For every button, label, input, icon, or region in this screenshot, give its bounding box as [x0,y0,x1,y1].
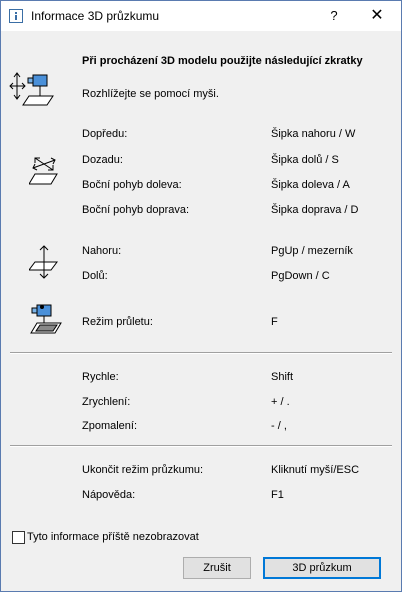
shortcut-key: Šipka dolů / S [271,154,339,166]
help-button[interactable]: ? [321,5,347,27]
camera-look-icon [9,72,54,106]
shortcut-key: Šipka doleva / A [271,179,350,191]
shortcut-label: Zpomalení: [82,420,138,432]
intro-heading: Při procházení 3D modelu použijte násled… [82,55,363,67]
flight-mode-icon [30,304,62,334]
shortcut-label: Boční pohyb doprava: [82,204,190,216]
info-icon [9,9,23,23]
shortcut-key: - / , [271,420,287,432]
dialog-window: Informace 3D průzkumu ? ✕ Při procházení… [0,0,402,592]
intro-look-text: Rozhlížejte se pomocí myši. [82,88,219,100]
shortcut-label: Ukončit režim průzkumu: [82,464,204,476]
shortcut-key: Kliknutí myší/ESC [271,464,360,476]
shortcut-label: Zrychlení: [82,396,131,408]
shortcut-key: F1 [271,489,284,501]
dont-show-again-checkbox[interactable] [12,531,25,544]
shortcut-label: Dozadu: [82,154,123,166]
shortcut-label: Boční pohyb doleva: [82,179,182,191]
shortcut-key: Šipka nahoru / W [271,128,356,140]
window-title: Informace 3D průzkumu [31,9,160,23]
shortcut-key: PgDown / C [271,270,330,282]
shortcut-key: F [271,316,278,328]
shortcut-label: Režim průletu: [82,316,153,328]
separator [10,352,392,354]
start-3d-explore-button[interactable]: 3D průzkum [263,557,381,579]
vertical-arrows-icon [29,245,58,279]
shortcut-label: Rychle: [82,371,119,383]
shortcut-label: Dopředu: [82,128,128,140]
cancel-button[interactable]: Zrušit [183,557,251,579]
shortcut-key: + / . [271,396,290,408]
close-button[interactable]: ✕ [359,5,395,27]
separator [10,445,392,447]
shortcut-key: PgUp / mezerník [271,245,353,257]
move-arrows-icon [29,157,58,185]
title-bar[interactable]: Informace 3D průzkumu ? ✕ [1,1,401,31]
dont-show-again-label[interactable]: Tyto informace příště nezobrazovat [27,531,199,543]
shortcut-key: Šipka doprava / D [271,204,359,216]
shortcut-label: Dolů: [82,270,108,282]
shortcut-label: Nahoru: [82,245,122,257]
shortcut-label: Nápověda: [82,489,136,501]
shortcut-key: Shift [271,371,294,383]
